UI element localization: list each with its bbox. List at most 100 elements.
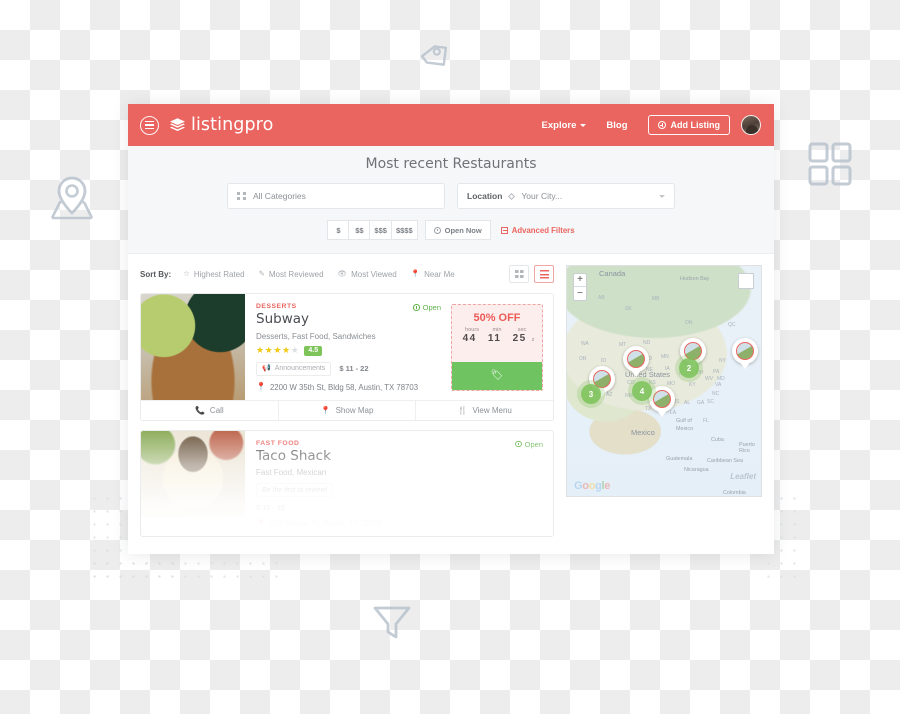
claim-discount-button[interactable]: 🏷 xyxy=(452,361,542,390)
content-area: Sort By: ☆ Highest Rated ✎ Most Reviewed… xyxy=(128,254,774,547)
google-attribution: Google xyxy=(574,480,611,492)
price-filter-1[interactable]: $ xyxy=(327,220,349,240)
map-cluster-badge[interactable]: 3 xyxy=(581,384,601,404)
map-zoom-controls: + − xyxy=(573,273,587,301)
add-listing-button[interactable]: Add Listing xyxy=(647,115,730,135)
map-label: WV xyxy=(705,376,714,382)
map-label: PA xyxy=(713,369,720,375)
eye-icon: 👁 xyxy=(337,269,348,279)
map-label: MB xyxy=(652,296,660,302)
discount-box[interactable]: 50% OFF hours min sec 44 11 25 z 🏷 xyxy=(451,304,543,391)
listing-main: Open DESSERTS Subway Desserts, Fast Food… xyxy=(141,294,553,400)
rating-row: ★★★★★ 4.5 xyxy=(256,345,441,356)
map-pin-icon: 📍 xyxy=(410,269,421,279)
map-fullscreen-button[interactable] xyxy=(738,273,754,289)
listing-meta: Be the first to review! xyxy=(256,483,543,498)
view-menu-button[interactable]: 🍴 View Menu xyxy=(416,401,553,420)
map-cluster-badge[interactable]: 2 xyxy=(679,358,699,378)
map-label: Guatemala xyxy=(666,456,693,462)
sort-bar: Sort By: ☆ Highest Rated ✎ Most Reviewed… xyxy=(140,265,554,293)
listing-price-row: $ 11 - 22 xyxy=(256,503,543,512)
status-label: Open xyxy=(422,303,441,312)
map-label: Mexico xyxy=(631,428,655,437)
sort-highest-rated-label: Highest Rated xyxy=(193,269,245,279)
listing-thumbnail[interactable] xyxy=(141,430,245,517)
nav-blog-label: Blog xyxy=(606,119,628,131)
listing-title[interactable]: Subway xyxy=(256,311,441,328)
leaflet-attribution: Leaflet xyxy=(730,472,756,481)
map-cluster-badge[interactable]: 4 xyxy=(632,381,652,401)
sort-option-highest-rated[interactable]: ☆ Highest Rated xyxy=(183,270,244,279)
sort-option-most-reviewed[interactable]: ✎ Most Reviewed xyxy=(259,270,324,279)
announcements-label: Announcements xyxy=(274,365,326,373)
map-label: Mexico xyxy=(676,426,694,432)
map-label: Caribbean Sea xyxy=(707,458,743,464)
marker-thumb-icon xyxy=(653,390,671,408)
review-prompt[interactable]: Be the first to review! xyxy=(256,483,334,498)
zoom-in-button[interactable]: + xyxy=(574,274,586,287)
cutlery-icon: 🍴 xyxy=(457,405,468,415)
open-now-label: Open Now xyxy=(444,225,482,235)
categories-grid-icon xyxy=(237,191,246,201)
results-map[interactable]: Canada Hudson Bay United States Mexico Gulf … xyxy=(566,265,762,497)
rating-badge: 4.5 xyxy=(304,345,323,356)
map-label: Nicaragua xyxy=(684,467,709,473)
grid-view-button[interactable] xyxy=(509,265,529,283)
list-view-button[interactable] xyxy=(534,265,554,283)
price-filter-2[interactable]: $$ xyxy=(348,220,370,240)
nav-explore-label: Explore xyxy=(541,119,577,131)
map-marker[interactable] xyxy=(649,386,675,419)
sort-option-most-viewed[interactable]: 👁 Most Viewed xyxy=(338,270,397,279)
map-label: ON xyxy=(685,320,693,326)
avatar[interactable] xyxy=(741,115,761,135)
map-label: IA xyxy=(665,366,670,372)
listing-tags: Desserts, Fast Food, Sandwiches xyxy=(256,331,376,341)
listing-title[interactable]: Taco Shack xyxy=(256,448,543,465)
app-header: listingpro Explore Blog Add Listing xyxy=(128,104,774,146)
listing-info: Open DESSERTS Subway Desserts, Fast Food… xyxy=(245,294,451,400)
price-filter-4[interactable]: $$$$ xyxy=(390,220,418,240)
megaphone-icon: 📢 xyxy=(262,365,271,373)
open-now-filter[interactable]: Open Now xyxy=(424,220,491,240)
advanced-filters-link[interactable]: Advanced Filters xyxy=(500,226,575,235)
nav-item-blog[interactable]: Blog xyxy=(606,120,627,131)
map-label: FL xyxy=(703,418,709,424)
announcements-button[interactable]: 📢 Announcements xyxy=(256,361,332,376)
listing-address: 2200 W 35th St, Bldg 58, Austin, TX 7870… xyxy=(269,382,419,392)
call-button[interactable]: 📞 Call xyxy=(141,400,279,420)
search-row: All Categories Location Your City... xyxy=(128,183,774,209)
map-label: Colombia xyxy=(723,490,746,496)
listing-category[interactable]: FAST FOOD xyxy=(256,440,543,447)
price-filter-3[interactable]: $$$ xyxy=(369,220,391,240)
category-select[interactable]: All Categories xyxy=(227,183,445,209)
listing-thumbnail[interactable] xyxy=(141,294,245,400)
status-badge: Open xyxy=(413,303,441,312)
category-placeholder: All Categories xyxy=(253,191,306,201)
star-rating-icon: ★★★★★ xyxy=(256,345,300,356)
zoom-out-button[interactable]: − xyxy=(574,287,586,300)
map-marker[interactable] xyxy=(623,346,649,379)
map-marker[interactable] xyxy=(732,338,758,371)
sort-option-near-me[interactable]: 📍 Near Me xyxy=(411,270,455,279)
map-label: VA xyxy=(715,382,722,388)
marker-thumb-icon xyxy=(736,342,754,360)
listings-column: Sort By: ☆ Highest Rated ✎ Most Reviewed… xyxy=(140,265,554,546)
countdown-suffix: z xyxy=(531,337,535,343)
listing-card[interactable]: Open DESSERTS Subway Desserts, Fast Food… xyxy=(140,293,554,421)
brand-name: listingpro xyxy=(191,115,274,135)
location-input[interactable]: Location Your City... xyxy=(457,183,675,209)
nav-item-explore[interactable]: Explore xyxy=(542,120,587,131)
status-badge: Open xyxy=(515,440,543,449)
hamburger-circle-icon[interactable] xyxy=(140,115,159,135)
countdown-digits: 44 11 25 z xyxy=(452,333,542,350)
map-label: ID xyxy=(601,358,606,364)
view-toggle xyxy=(509,265,554,283)
map-label: NC xyxy=(712,391,720,397)
call-label: Call xyxy=(209,405,224,415)
locate-me-icon[interactable] xyxy=(508,192,516,200)
show-map-button[interactable]: 📍 Show Map xyxy=(279,400,417,420)
add-listing-label: Add Listing xyxy=(670,120,721,130)
status-label: Open xyxy=(524,439,543,449)
listing-main: Open FAST FOOD Taco Shack Fast Food, Mex… xyxy=(141,430,553,537)
listing-card[interactable]: Open FAST FOOD Taco Shack Fast Food, Mex… xyxy=(140,429,554,538)
